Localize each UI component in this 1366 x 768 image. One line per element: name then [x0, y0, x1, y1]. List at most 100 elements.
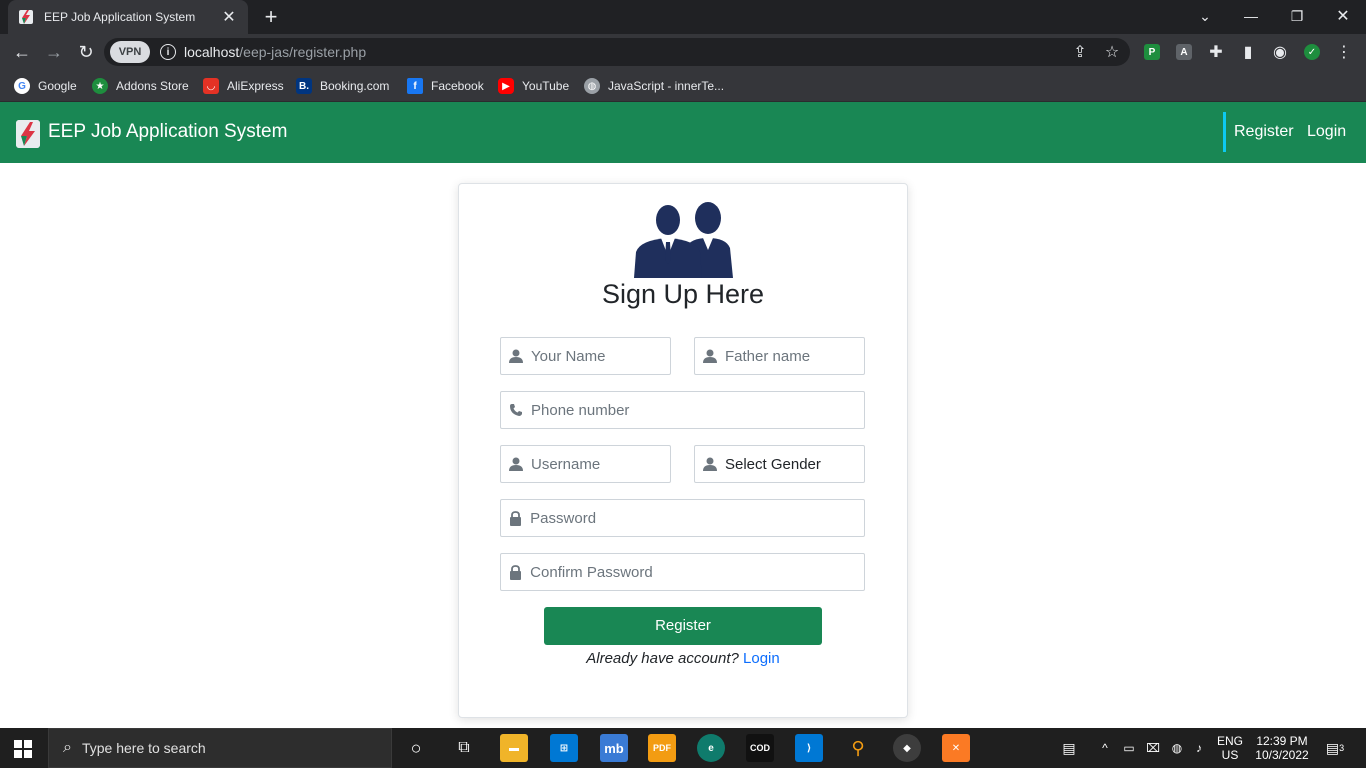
username-input[interactable] [531, 455, 670, 473]
bookmark-javascript[interactable]: ◍ JavaScript - innerTe... [584, 76, 724, 96]
bookmark-star-icon[interactable]: ☆ [1102, 42, 1122, 62]
battery-icon[interactable]: ▭ [1118, 728, 1140, 768]
language-label: ENG [1216, 734, 1243, 748]
password-input[interactable] [530, 509, 864, 527]
language-indicator[interactable]: ENG US [1212, 728, 1248, 768]
vscode-icon[interactable]: ⟩ [795, 734, 823, 762]
pdf-app-icon[interactable]: PDF [648, 734, 676, 762]
phone-field[interactable] [500, 391, 865, 429]
url-path: /eep-jas/register.php [239, 44, 367, 60]
user-icon [509, 348, 523, 364]
gender-select-value[interactable]: Select Gender [725, 456, 864, 473]
lock-icon [509, 564, 522, 580]
bookmark-youtube[interactable]: ▶ YouTube [498, 76, 569, 96]
news-icon[interactable]: ▤ [1054, 728, 1084, 768]
forward-icon[interactable]: → [42, 40, 66, 64]
search-app-icon[interactable]: ⚲ [844, 734, 872, 762]
cod-game-icon[interactable]: COD [746, 734, 774, 762]
addons-icon: ★ [92, 78, 108, 94]
extensions-puzzle-icon[interactable]: ✚ [1206, 42, 1226, 62]
bookmark-booking[interactable]: B. Booking.com [296, 76, 389, 96]
eep-logo-icon[interactable] [16, 120, 40, 148]
user-icon [509, 456, 523, 472]
profile-icon[interactable]: ◉ [1270, 42, 1290, 62]
google-icon: G [14, 78, 30, 94]
windows-start-icon[interactable] [14, 740, 32, 758]
globe-icon: ◍ [584, 78, 600, 94]
bookmark-label: JavaScript - innerTe... [608, 79, 725, 93]
cortana-icon[interactable]: ○ [402, 734, 430, 762]
name-input[interactable] [531, 347, 670, 365]
show-hidden-icons-icon[interactable]: ^ [1094, 728, 1116, 768]
browser-tab[interactable]: EEP Job Application System ✕ [8, 0, 248, 34]
reload-icon[interactable]: ↻ [74, 40, 98, 64]
login-prompt-text: Already have account? [586, 650, 739, 667]
taskbar-search[interactable]: ⌕ Type here to search [48, 728, 392, 768]
minimize-icon[interactable]: — [1228, 0, 1274, 32]
confirm-password-field[interactable] [500, 553, 865, 591]
username-field[interactable] [500, 445, 671, 483]
edge-icon[interactable]: e [697, 734, 725, 762]
window-close-icon[interactable]: ✕ [1320, 0, 1366, 32]
shield-check-icon[interactable]: ✓ [1304, 44, 1320, 60]
login-link[interactable]: Login [743, 650, 780, 667]
booking-icon: B. [296, 78, 312, 94]
bookmark-facebook[interactable]: f Facebook [407, 76, 484, 96]
url-text[interactable]: localhost/eep-jas/register.php [184, 44, 366, 60]
bookmark-google[interactable]: G Google [14, 76, 77, 96]
vpn-badge[interactable]: VPN [110, 41, 150, 63]
users-icon [634, 202, 733, 278]
signup-card: Sign Up Here Select Gender [458, 183, 908, 718]
tab-search-icon[interactable]: ⌄ [1182, 0, 1228, 32]
bookmark-label: Booking.com [320, 79, 390, 93]
site-info-icon[interactable]: i [160, 44, 176, 60]
tab-title: EEP Job Application System [44, 10, 196, 24]
bookmark-addons-store[interactable]: ★ Addons Store [92, 76, 189, 96]
new-tab-button[interactable]: + [260, 4, 282, 30]
brand-title[interactable]: EEP Job Application System [48, 121, 287, 143]
side-panel-icon[interactable]: ▮ [1238, 42, 1258, 62]
region-label: US [1221, 748, 1239, 762]
clock[interactable]: 12:39 PM 10/3/2022 [1250, 728, 1314, 768]
file-explorer-icon[interactable]: ▬ [500, 734, 528, 762]
name-field[interactable] [500, 337, 671, 375]
lock-icon [509, 510, 522, 526]
taskbar-search-placeholder: Type here to search [81, 740, 206, 756]
restore-icon[interactable]: ❐ [1274, 0, 1320, 32]
bookmark-aliexpress[interactable]: ◡ AliExpress [203, 76, 284, 96]
gender-select[interactable]: Select Gender [694, 445, 865, 483]
bookmark-label: Google [38, 79, 77, 93]
notification-count: 3 [1339, 743, 1345, 753]
bookmark-label: Facebook [431, 79, 484, 93]
father-name-input[interactable] [725, 347, 864, 365]
phone-input[interactable] [531, 401, 864, 419]
brave-browser-icon[interactable]: ◆ [893, 734, 921, 762]
nav-link-login[interactable]: Login [1307, 123, 1346, 141]
back-icon[interactable]: ← [10, 40, 34, 64]
tab-close-icon[interactable]: ✕ [220, 7, 238, 27]
register-button[interactable]: Register [544, 607, 822, 645]
page-title: Sign Up Here [601, 279, 765, 309]
mb-app-icon[interactable]: mb [600, 734, 628, 762]
usb-icon[interactable]: ⌧ [1142, 728, 1164, 768]
task-view-icon[interactable]: ⧉ [450, 734, 478, 762]
password-field[interactable] [500, 499, 865, 537]
volume-icon[interactable]: ♪ [1188, 728, 1210, 768]
browser-tab-strip: EEP Job Application System ✕ + ⌄ — ❐ ✕ [0, 0, 1366, 34]
address-bar[interactable]: VPN i localhost/eep-jas/register.php ⇪ ☆ [104, 38, 1130, 66]
extension-a-icon[interactable]: A [1176, 44, 1192, 60]
father-name-field[interactable] [694, 337, 865, 375]
confirm-password-input[interactable] [530, 563, 864, 581]
bookmarks-bar: G Google ★ Addons Store ◡ AliExpress B. … [0, 70, 1366, 102]
user-icon [703, 456, 717, 472]
network-icon[interactable]: ◍ [1166, 728, 1188, 768]
nav-link-register[interactable]: Register [1234, 123, 1294, 141]
eep-logo-icon [19, 10, 33, 24]
share-icon[interactable]: ⇪ [1070, 42, 1090, 62]
extension-p-icon[interactable]: P [1144, 44, 1160, 60]
store-icon[interactable]: ⊞ [550, 734, 578, 762]
bookmark-label: AliExpress [227, 79, 284, 93]
menu-kebab-icon[interactable]: ⋮ [1334, 42, 1354, 62]
xampp-icon[interactable]: ✕ [942, 734, 970, 762]
notifications-icon[interactable]: ▤ 3 [1320, 728, 1350, 768]
